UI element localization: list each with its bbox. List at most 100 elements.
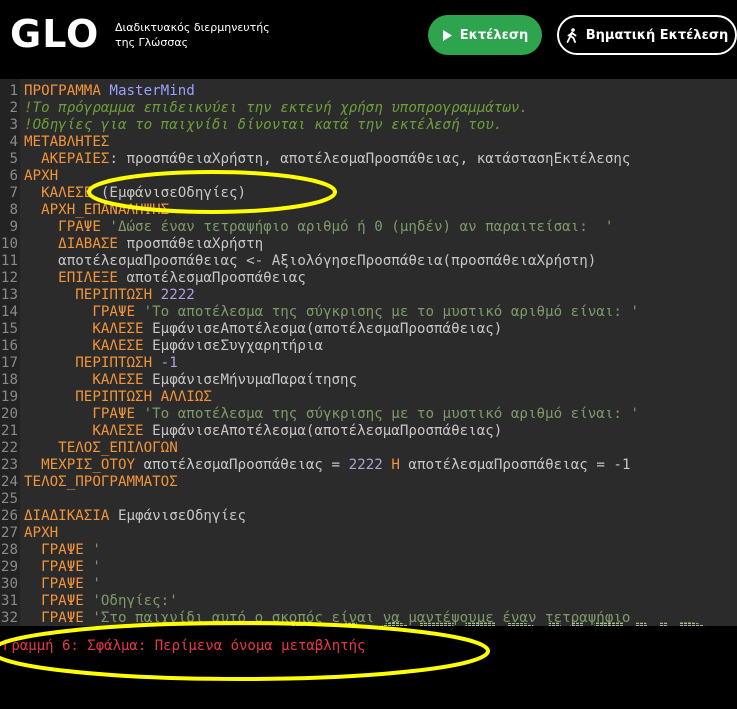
run-button[interactable]: Εκτέλεση (428, 15, 542, 55)
code-token: -1 (152, 355, 178, 371)
code-token: !Οδηγίες για το παιχνίδι δίνονται κατά τ… (24, 117, 503, 133)
code-line[interactable]: 1 ΠΡΟΓΡΑΜΜΑ MasterMind (0, 83, 194, 100)
line-number: 24 (0, 474, 18, 490)
step-run-button[interactable]: Βηματική Εκτέλεση (557, 15, 737, 55)
code-token: ΓΡΑΨΕ (41, 542, 84, 558)
code-line[interactable]: 7 ΚΑΛΕΣΕ (ΕμφάνισεΟδηγίες) (0, 185, 246, 202)
app-header: GLO Διαδικτυακός διερμηνευτής της Γλώσσα… (0, 0, 737, 70)
code-line[interactable]: 14 ΓΡΑΨΕ 'Το αποτέλεσμα της σύγκρισης με… (0, 304, 639, 321)
code-token: ΜΕΤΑΒΛΗΤΕΣ (24, 134, 110, 150)
play-icon (442, 29, 452, 41)
line-number: 2 (9, 100, 18, 116)
code-token: ΚΑΛΕΣΕ (92, 372, 144, 388)
code-line[interactable]: 26 ΔΙΑΔΙΚΑΣΙΑ ΕμφάνισεΟδηγίες (0, 508, 246, 525)
code-line[interactable]: 21 ΚΑΛΕΣΕ ΕμφάνισεΑποτέλεσμα(αποτέλεσμαΠ… (0, 423, 502, 440)
line-number: 4 (9, 134, 18, 150)
mastermind-banner-text: MASTERMIND (288, 617, 718, 626)
code-token: 'Το αποτέλεσμα της σύγκρισης με το μυστι… (135, 304, 640, 320)
code-line[interactable]: 25 (0, 491, 24, 508)
code-token: ΕμφάνισεΑποτέλεσμα(αποτέλεσμαΠροσπάθειας… (143, 321, 503, 337)
code-token: 'Οδηγίες:' (83, 593, 178, 609)
code-line[interactable]: 2 !Το πρόγραμμα επιδεικνύει την εκτενή χρ… (0, 100, 528, 117)
code-token: ΕμφάνισεΟδηγίες (109, 508, 247, 524)
code-token: ΔΙΑΔΙΚΑΣΙΑ (24, 508, 110, 524)
code-line[interactable]: 22 ΤΕΛΟΣ_ΕΠΙΛΟΓΩΝ (0, 440, 178, 457)
code-line[interactable]: 17 ΠΕΡΙΠΤΩΣΗ -1 (0, 355, 178, 372)
code-token: 2222 (152, 287, 195, 303)
code-token: ΓΡΑΨΕ (58, 219, 101, 235)
code-token: ΓΡΑΨΕ (41, 576, 84, 592)
code-token: ΤΕΛΟΣ_ΕΠΙΛΟΓΩΝ (58, 440, 178, 456)
code-editor[interactable]: 1 ΠΡΟΓΡΑΜΜΑ MasterMind 2 !Το πρόγραμμα επιδ… (0, 79, 737, 626)
code-line[interactable]: 18 ΚΑΛΕΣΕ ΕμφάνισεΜήνυμαΠαραίτησης (0, 372, 357, 389)
code-line[interactable]: 12 ΕΠΙΛΕΞΕ αποτέλεσμαΠροσπάθειας (0, 270, 306, 287)
code-line[interactable]: 19 ΠΕΡΙΠΤΩΣΗ ΑΛΛΙΩΣ (0, 389, 212, 406)
code-token: !Το πρόγραμμα επιδεικνύει την εκτενή χρή… (24, 100, 528, 116)
code-line[interactable]: 24 ΤΕΛΟΣ_ΠΡΟΓΡΑΜΜΑΤΟΣ (0, 474, 178, 491)
code-token: 'Δώσε έναν τετραψήφιο αριθμό ή 0 (μηδέν)… (100, 219, 614, 235)
code-line[interactable]: 20 ΓΡΑΨΕ 'Το αποτέλεσμα της σύγκρισης με… (0, 406, 639, 423)
line-number: 27 (0, 525, 18, 541)
line-number: 11 (0, 253, 18, 269)
code-token: ΓΡΑΨΕ (92, 406, 136, 422)
line-number: 5 (9, 151, 18, 167)
line-number: 26 (0, 508, 18, 524)
code-line[interactable]: 10 ΔΙΑΒΑΣΕ προσπάθειαΧρήστη (0, 236, 263, 253)
code-token: (ΕμφάνισεΟδηγίες) (92, 185, 247, 201)
code-line[interactable]: 6 ΑΡΧΗ (0, 168, 58, 185)
code-area[interactable]: 1 ΠΡΟΓΡΑΜΜΑ MasterMind 2 !Το πρόγραμμα επιδ… (0, 79, 737, 626)
code-line[interactable]: 16 ΚΑΛΕΣΕ ΕμφάνισεΣυγχαρητήρια (0, 338, 323, 355)
code-line[interactable]: 27 ΑΡΧΗ (0, 525, 58, 542)
code-token: ΠΡΟΓΡΑΜΜΑ (24, 83, 101, 99)
code-token: ΑΚΕΡΑΙΕΣ (41, 151, 110, 167)
line-number: 14 (0, 304, 18, 320)
code-token: ΜΕΧΡΙΣ_ΟΤΟΥ (41, 457, 136, 473)
code-token: ΕμφάνισεΣυγχαρητήρια (143, 338, 323, 354)
code-line[interactable]: 11 αποτέλεσμαΠροσπάθειας <- ΑξιολόγησεΠρ… (0, 253, 596, 270)
code-line[interactable]: 8 ΑΡΧΗ_ΕΠΑΝΑΛΗΨΗΣ (0, 202, 169, 219)
code-token: ΔΙΑΒΑΣΕ (58, 236, 118, 252)
code-line[interactable]: 3 !Οδηγίες για το παιχνίδι δίνονται κατά … (0, 117, 502, 134)
code-token: : προσπάθειαΧρήστη, αποτέλεσμαΠροσπάθεια… (109, 151, 631, 167)
line-number: 21 (0, 423, 18, 439)
code-token: ΓΡΑΨΕ (41, 610, 84, 626)
error-console: Γραμμή 6: Σφάλμα: Περίμενα όνομα μεταβλη… (0, 626, 737, 709)
code-line[interactable]: 4 ΜΕΤΑΒΛΗΤΕΣ (0, 134, 109, 151)
code-token: ΕμφάνισεΑποτέλεσμα(αποτέλεσμαΠροσπάθειας… (143, 423, 503, 439)
code-line[interactable]: 28 ΓΡΑΨΕ ' (0, 542, 101, 559)
code-line[interactable]: 29 ΓΡΑΨΕ ' (0, 559, 101, 576)
code-token: ΕμφάνισεΜήνυμαΠαραίτησης (143, 372, 358, 388)
line-number: 25 (0, 491, 18, 507)
code-line[interactable]: 9 ΓΡΑΨΕ 'Δώσε έναν τετραψήφιο αριθμό ή 0… (0, 219, 613, 236)
code-token: Η (382, 457, 400, 473)
line-number: 3 (9, 117, 18, 133)
code-line[interactable]: 30 ΓΡΑΨΕ ' (0, 576, 101, 593)
code-line[interactable]: 15 ΚΑΛΕΣΕ ΕμφάνισεΑποτέλεσμα(αποτέλεσμαΠ… (0, 321, 502, 338)
line-number: 12 (0, 270, 18, 286)
line-number: 23 (0, 457, 18, 473)
code-line[interactable]: 23 ΜΕΧΡΙΣ_ΟΤΟΥ αποτέλεσμαΠροσπάθειας = 2… (0, 457, 631, 474)
code-line[interactable]: 13 ΠΕΡΙΠΤΩΣΗ 2222 (0, 287, 195, 304)
line-number: 19 (0, 389, 18, 405)
code-token: ΚΑΛΕΣΕ (41, 185, 93, 201)
line-number: 18 (0, 372, 18, 388)
code-line[interactable]: 31 ΓΡΑΨΕ 'Οδηγίες:' (0, 593, 178, 610)
code-line[interactable]: 5 ΑΚΕΡΑΙΕΣ: προσπάθειαΧρήστη, αποτέλεσμα… (0, 151, 630, 168)
line-number: 7 (9, 185, 18, 201)
code-token: ΤΕΛΟΣ_ΠΡΟΓΡΑΜΜΑΤΟΣ (24, 474, 178, 490)
line-number: 15 (0, 321, 18, 337)
